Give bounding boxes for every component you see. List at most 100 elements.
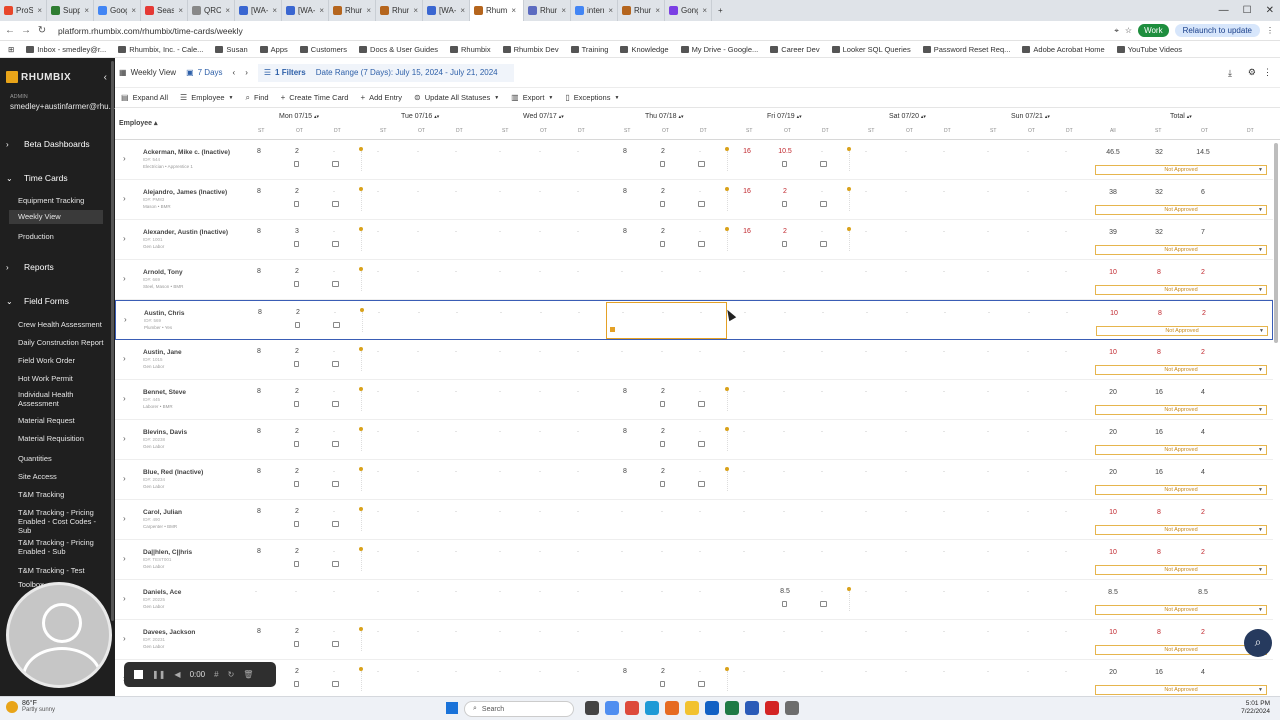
- empty-cell[interactable]: -: [943, 549, 945, 555]
- comment-icon[interactable]: [333, 322, 340, 328]
- empty-cell[interactable]: -: [499, 469, 501, 475]
- empty-cell[interactable]: -: [944, 310, 946, 316]
- bookmark-item[interactable]: Susan: [215, 45, 248, 54]
- empty-cell[interactable]: -: [455, 549, 457, 555]
- download-icon[interactable]: ⤓: [1228, 68, 1232, 79]
- browser-tab[interactable]: Rhumbix D×: [618, 0, 665, 21]
- empty-cell[interactable]: -: [377, 589, 379, 595]
- table-row[interactable]: › Ackerman, Mike c. (Inactive) ID#: 544 …: [115, 140, 1273, 180]
- empty-cell[interactable]: -: [987, 469, 989, 475]
- outlook-icon[interactable]: [705, 701, 719, 715]
- empty-cell[interactable]: -: [1065, 349, 1067, 355]
- empty-cell[interactable]: -: [987, 509, 989, 515]
- empty-cell[interactable]: -: [865, 589, 867, 595]
- empty-cell[interactable]: -: [743, 389, 745, 395]
- empty-cell[interactable]: -: [499, 629, 501, 635]
- approval-status-select[interactable]: Not Approved▼: [1096, 326, 1268, 336]
- snipping-icon[interactable]: [785, 701, 799, 715]
- windows-start-icon[interactable]: [446, 702, 458, 714]
- hours-cell[interactable]: 8: [613, 148, 637, 155]
- empty-cell[interactable]: -: [1027, 629, 1029, 635]
- notes-icon[interactable]: [294, 481, 299, 487]
- empty-cell[interactable]: -: [455, 629, 457, 635]
- empty-cell[interactable]: -: [987, 629, 989, 635]
- empty-cell[interactable]: -: [417, 469, 419, 475]
- notes-icon[interactable]: [294, 681, 299, 687]
- table-row[interactable]: › Bennet, Steve ID#: 445 Laborer • BMR 8 2…: [115, 380, 1273, 420]
- hours-cell[interactable]: 2: [285, 428, 309, 435]
- empty-cell[interactable]: -: [255, 589, 257, 595]
- sidebar-form-item[interactable]: Daily Construction Report: [18, 338, 108, 347]
- empty-cell[interactable]: -: [499, 189, 501, 195]
- empty-cell[interactable]: -: [455, 269, 457, 275]
- empty-cell[interactable]: -: [377, 189, 379, 195]
- approval-status-select[interactable]: Not Approved▼: [1095, 605, 1267, 615]
- selected-cell-highlight[interactable]: [606, 302, 727, 339]
- add-entry-button[interactable]: + Add Entry: [360, 93, 402, 102]
- filter-bar[interactable]: ☰ 1 Filters Date Range (7 Days): July 15…: [257, 63, 514, 82]
- comment-icon[interactable]: [332, 281, 339, 287]
- empty-cell[interactable]: -: [865, 549, 867, 555]
- notes-icon[interactable]: [294, 161, 299, 167]
- empty-cell[interactable]: -: [455, 229, 457, 235]
- table-row[interactable]: › Alexander, Austin (Inactive) ID#: 1001…: [115, 220, 1273, 260]
- comment-icon[interactable]: [698, 681, 705, 687]
- empty-cell[interactable]: -: [577, 669, 579, 675]
- empty-cell[interactable]: -: [1027, 389, 1029, 395]
- empty-cell[interactable]: -: [499, 509, 501, 515]
- empty-cell[interactable]: -: [865, 189, 867, 195]
- day-column-header[interactable]: Wed 07/17 ▴▾: [523, 113, 564, 120]
- close-tab-icon[interactable]: ×: [413, 6, 418, 15]
- employee-name[interactable]: Blevins, Davis: [143, 429, 187, 436]
- taskbar-search[interactable]: ⌕ Search: [464, 701, 574, 717]
- hours-cell[interactable]: 2: [773, 188, 797, 195]
- close-tab-icon[interactable]: ×: [655, 6, 660, 15]
- hours-cell[interactable]: 8: [613, 668, 637, 675]
- empty-cell[interactable]: -: [621, 349, 623, 355]
- employee-name[interactable]: Bennet, Steve: [143, 389, 186, 396]
- empty-cell[interactable]: -: [987, 349, 989, 355]
- sidebar-form-item[interactable]: Quantities: [18, 454, 108, 463]
- empty-cell[interactable]: -: [417, 229, 419, 235]
- close-tab-icon[interactable]: ×: [319, 6, 324, 15]
- table-row[interactable]: › Carol, Julian ID#: 490 Carpenter • BMR…: [115, 500, 1273, 540]
- empty-cell[interactable]: -: [1065, 429, 1067, 435]
- hours-cell[interactable]: 8: [247, 628, 271, 635]
- browser-tab[interactable]: Support A×: [47, 0, 94, 21]
- approval-status-select[interactable]: Not Approved▼: [1095, 685, 1267, 695]
- empty-cell[interactable]: -: [539, 669, 541, 675]
- empty-cell[interactable]: -: [783, 429, 785, 435]
- empty-cell[interactable]: -: [699, 669, 701, 675]
- empty-cell[interactable]: -: [661, 629, 663, 635]
- empty-cell[interactable]: -: [988, 310, 990, 316]
- empty-cell[interactable]: -: [1027, 669, 1029, 675]
- empty-cell[interactable]: -: [333, 549, 335, 555]
- approval-status-select[interactable]: Not Approved▼: [1095, 405, 1267, 415]
- trash-icon[interactable]: 🗑: [243, 670, 253, 679]
- browser-tab[interactable]: internal m×: [571, 0, 618, 21]
- empty-cell[interactable]: -: [865, 629, 867, 635]
- redo-icon[interactable]: ↻: [228, 670, 235, 679]
- empty-cell[interactable]: -: [539, 269, 541, 275]
- day-column-header[interactable]: Tue 07/16 ▴▾: [401, 113, 439, 120]
- empty-cell[interactable]: -: [1027, 509, 1029, 515]
- edge-icon[interactable]: [645, 701, 659, 715]
- empty-cell[interactable]: -: [577, 269, 579, 275]
- empty-cell[interactable]: -: [377, 389, 379, 395]
- empty-cell[interactable]: -: [455, 589, 457, 595]
- empty-cell[interactable]: -: [784, 310, 786, 316]
- hours-cell[interactable]: 8.5: [773, 588, 797, 595]
- approval-status-select[interactable]: Not Approved▼: [1095, 645, 1267, 655]
- bookmark-item[interactable]: YouTube Videos: [1116, 45, 1182, 54]
- empty-cell[interactable]: -: [377, 629, 379, 635]
- notes-icon[interactable]: [294, 521, 299, 527]
- sidebar-form-item[interactable]: T&M Tracking - Pricing Enabled - Sub: [18, 538, 108, 556]
- sidebar-form-item[interactable]: Material Request: [18, 416, 108, 425]
- empty-cell[interactable]: -: [377, 269, 379, 275]
- empty-cell[interactable]: -: [455, 509, 457, 515]
- system-clock[interactable]: 5:01 PM 7/22/2024: [1241, 700, 1270, 716]
- notes-icon[interactable]: [782, 241, 787, 247]
- hours-cell[interactable]: 2: [651, 428, 675, 435]
- weekly-view-toggle[interactable]: ▦ Weekly View: [119, 68, 176, 77]
- employee-group-dropdown[interactable]: ☰ Employee ▼: [180, 93, 233, 102]
